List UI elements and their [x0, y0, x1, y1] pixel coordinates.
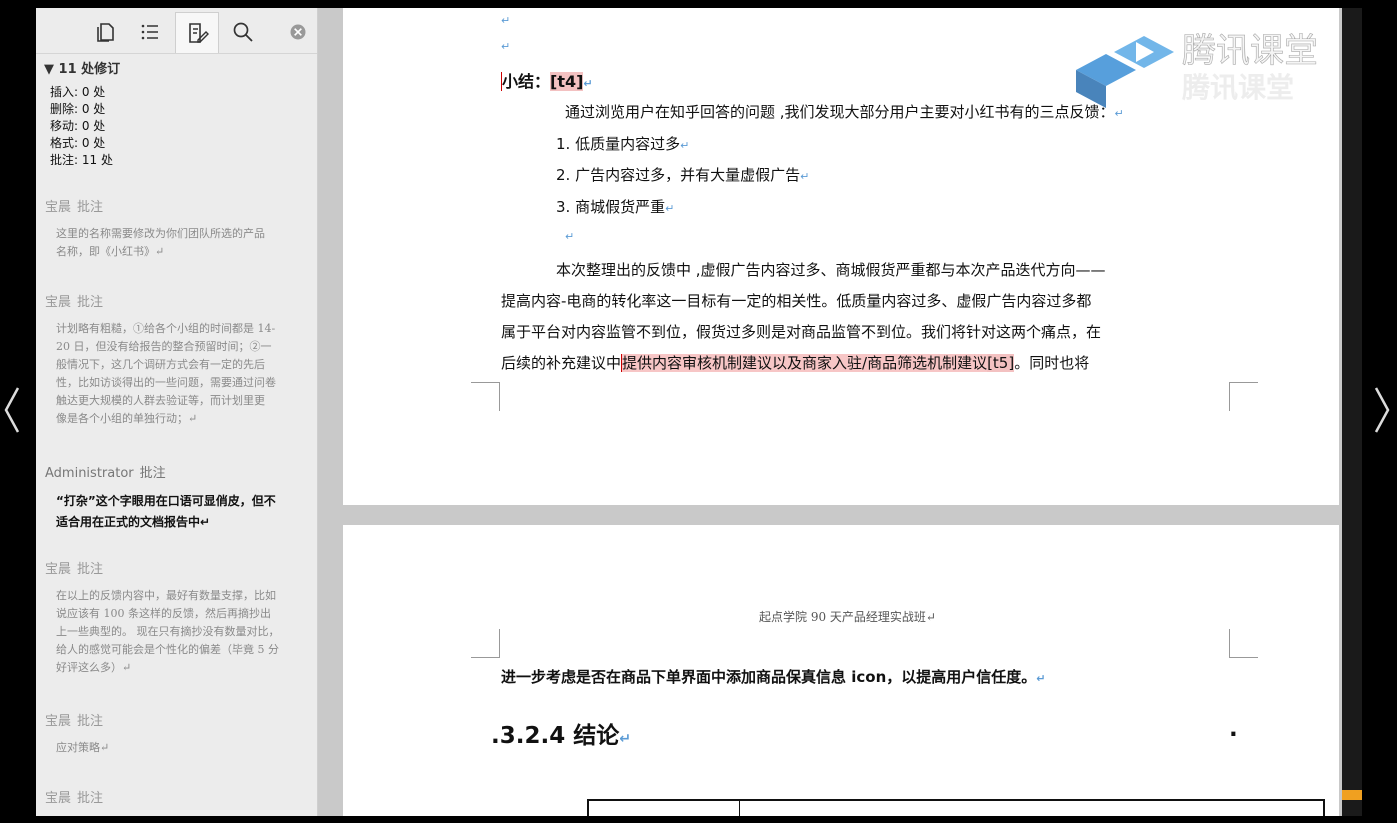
- comment-author: 宝晨 批注: [45, 200, 104, 215]
- pages-icon: [97, 23, 114, 42]
- revision-tab[interactable]: [175, 12, 219, 53]
- tencent-classroom-logo: 腾讯课堂 腾讯课堂: [1076, 31, 1318, 108]
- intro-paragraph: 通过浏览用户在知乎回答的问题 ,我们发现大部分用户主要对小红书有的三点反馈：↵: [565, 103, 1124, 121]
- comment-tag[interactable]: [t4]: [550, 72, 584, 91]
- body-line-with-comment: 后续的补充建议中提供内容审核机制建议以及商家入驻/商品筛选机制建议[t5]。同时…: [501, 354, 1090, 372]
- outline-tab[interactable]: [129, 12, 171, 52]
- paragraph-mark: ↵: [501, 14, 511, 27]
- stat-comment: 批注: 11 处: [50, 153, 113, 167]
- sidebar-tabs: [36, 8, 317, 54]
- list-icon: [141, 24, 158, 40]
- close-sidebar-button[interactable]: [277, 12, 319, 52]
- svg-text:腾讯课堂: 腾讯课堂: [1182, 31, 1318, 71]
- document-area[interactable]: ↵ ↵ 小结：[t4]↵ 通过浏览用户在知乎回答的问题 ,我们发现大部分用户主要…: [318, 8, 1362, 816]
- list-item: 3. 商城假货严重↵: [556, 198, 675, 216]
- commented-text[interactable]: 提供内容审核机制建议以及商家入驻/商品筛选机制建议: [621, 354, 988, 372]
- comment-item[interactable]: Administrator 批注 “打杂”这个字眼用在口语可显俏皮，但不 适合用在…: [45, 462, 311, 533]
- comment-body: 应对策略↵: [56, 741, 110, 754]
- app-window: ▼ 11 处修订 插入: 0 处 删除: 0 处 移动: 0 处 格式: 0 处…: [36, 8, 1362, 816]
- comment-item[interactable]: 宝晨 批注 在以上的反馈内容中，最好有数量支撑，比如 说应该有 100 条这样的反…: [45, 558, 311, 677]
- scroll-strip[interactable]: [1342, 8, 1362, 816]
- paragraph-mark: ↵: [565, 230, 575, 243]
- comment-author: 宝晨 批注: [45, 714, 104, 729]
- list-item: 1. 低质量内容过多↵: [556, 135, 690, 153]
- search-tab[interactable]: [222, 12, 264, 52]
- body-line: 进一步考虑是否在商品下单界面中添加商品保真信息 icon，以提高用户信任度。↵: [501, 668, 1046, 686]
- heading-dot: .: [1229, 716, 1238, 742]
- body-line: 属于平台对内容监管不到位，假货过多则是对商品监管不到位。我们将针对这两个痛点，在: [501, 323, 1102, 341]
- comment-author: 宝晨 批注: [45, 295, 104, 310]
- margin-corner: [471, 629, 500, 658]
- next-arrow-icon[interactable]: [1372, 380, 1392, 440]
- stat-delete: 删除: 0 处: [50, 102, 106, 116]
- comment-item[interactable]: 宝晨 批注 计划略有粗糙，①给各个小组的时间都是 14- 20 日，但没有给报告的…: [45, 291, 311, 428]
- table-divider: [739, 801, 740, 816]
- result-table: [587, 799, 1325, 816]
- list-item: 2. 广告内容过多，并有大量虚假广告↵: [556, 166, 810, 184]
- document-page[interactable]: 起点学院 90 天产品经理实战班↵ 进一步考虑是否在商品下单界面中添加商品保真信…: [343, 525, 1339, 816]
- body-line: 本次整理出的反馈中 ,虚假广告内容过多、商城假货严重都与本次产品迭代方向——: [556, 261, 1106, 279]
- comment-author: 宝晨 批注: [45, 562, 104, 577]
- section-heading: .3.2.4 结论↵: [491, 723, 631, 749]
- margin-corner: [1229, 629, 1258, 658]
- revision-stats: 插入: 0 处 删除: 0 处 移动: 0 处 格式: 0 处 批注: 11 处: [50, 84, 113, 169]
- comment-tag[interactable]: [t5]: [987, 354, 1015, 372]
- comment-body: 这里的名称需要修改为你们团队所选的产品 名称，即《小红书》↵: [56, 227, 265, 258]
- comment-body: 在以上的反馈内容中，最好有数量支撑，比如 说应该有 100 条这样的反馈，然后再…: [56, 589, 280, 674]
- comment-item[interactable]: 宝晨 批注 应对策略↵: [45, 710, 311, 757]
- stat-insert: 插入: 0 处: [50, 85, 106, 99]
- search-icon: [233, 22, 253, 42]
- comment-body: 计划略有粗糙，①给各个小组的时间都是 14- 20 日，但没有给报告的整合预留时…: [56, 322, 276, 425]
- pages-tab[interactable]: [84, 12, 126, 52]
- progress-marker: [1342, 790, 1362, 800]
- page-header: 起点学院 90 天产品经理实战班↵: [759, 610, 936, 624]
- comment-author: 宝晨 批注: [45, 791, 104, 806]
- previous-arrow-icon[interactable]: [2, 380, 22, 440]
- stat-format: 格式: 0 处: [50, 136, 106, 150]
- comment-item[interactable]: 宝晨 批注 这里的名称需要修改为你们团队所选的产品 名称，即《小红书》↵: [45, 196, 311, 261]
- summary-heading: 小结：[t4]↵: [501, 72, 593, 91]
- comment-author: Administrator 批注: [45, 466, 166, 481]
- revision-count-header[interactable]: ▼ 11 处修订: [44, 58, 120, 77]
- review-sidebar: ▼ 11 处修订 插入: 0 处 删除: 0 处 移动: 0 处 格式: 0 处…: [36, 8, 318, 816]
- comment-body: “打杂”这个字眼用在口语可显俏皮，但不 适合用在正式的文档报告中↵: [56, 494, 276, 529]
- close-icon: [290, 24, 306, 40]
- margin-corner: [1229, 382, 1258, 411]
- stat-move: 移动: 0 处: [50, 119, 106, 133]
- comment-item[interactable]: 宝晨 批注: [45, 787, 311, 806]
- svg-text:腾讯课堂: 腾讯课堂: [1182, 71, 1294, 104]
- body-line: 提高内容-电商的转化率这一目标有一定的相关性。低质量内容过多、虚假广告内容过多都: [501, 292, 1092, 310]
- edit-icon: [189, 23, 209, 43]
- paragraph-mark: ↵: [501, 40, 511, 53]
- margin-corner: [471, 382, 500, 411]
